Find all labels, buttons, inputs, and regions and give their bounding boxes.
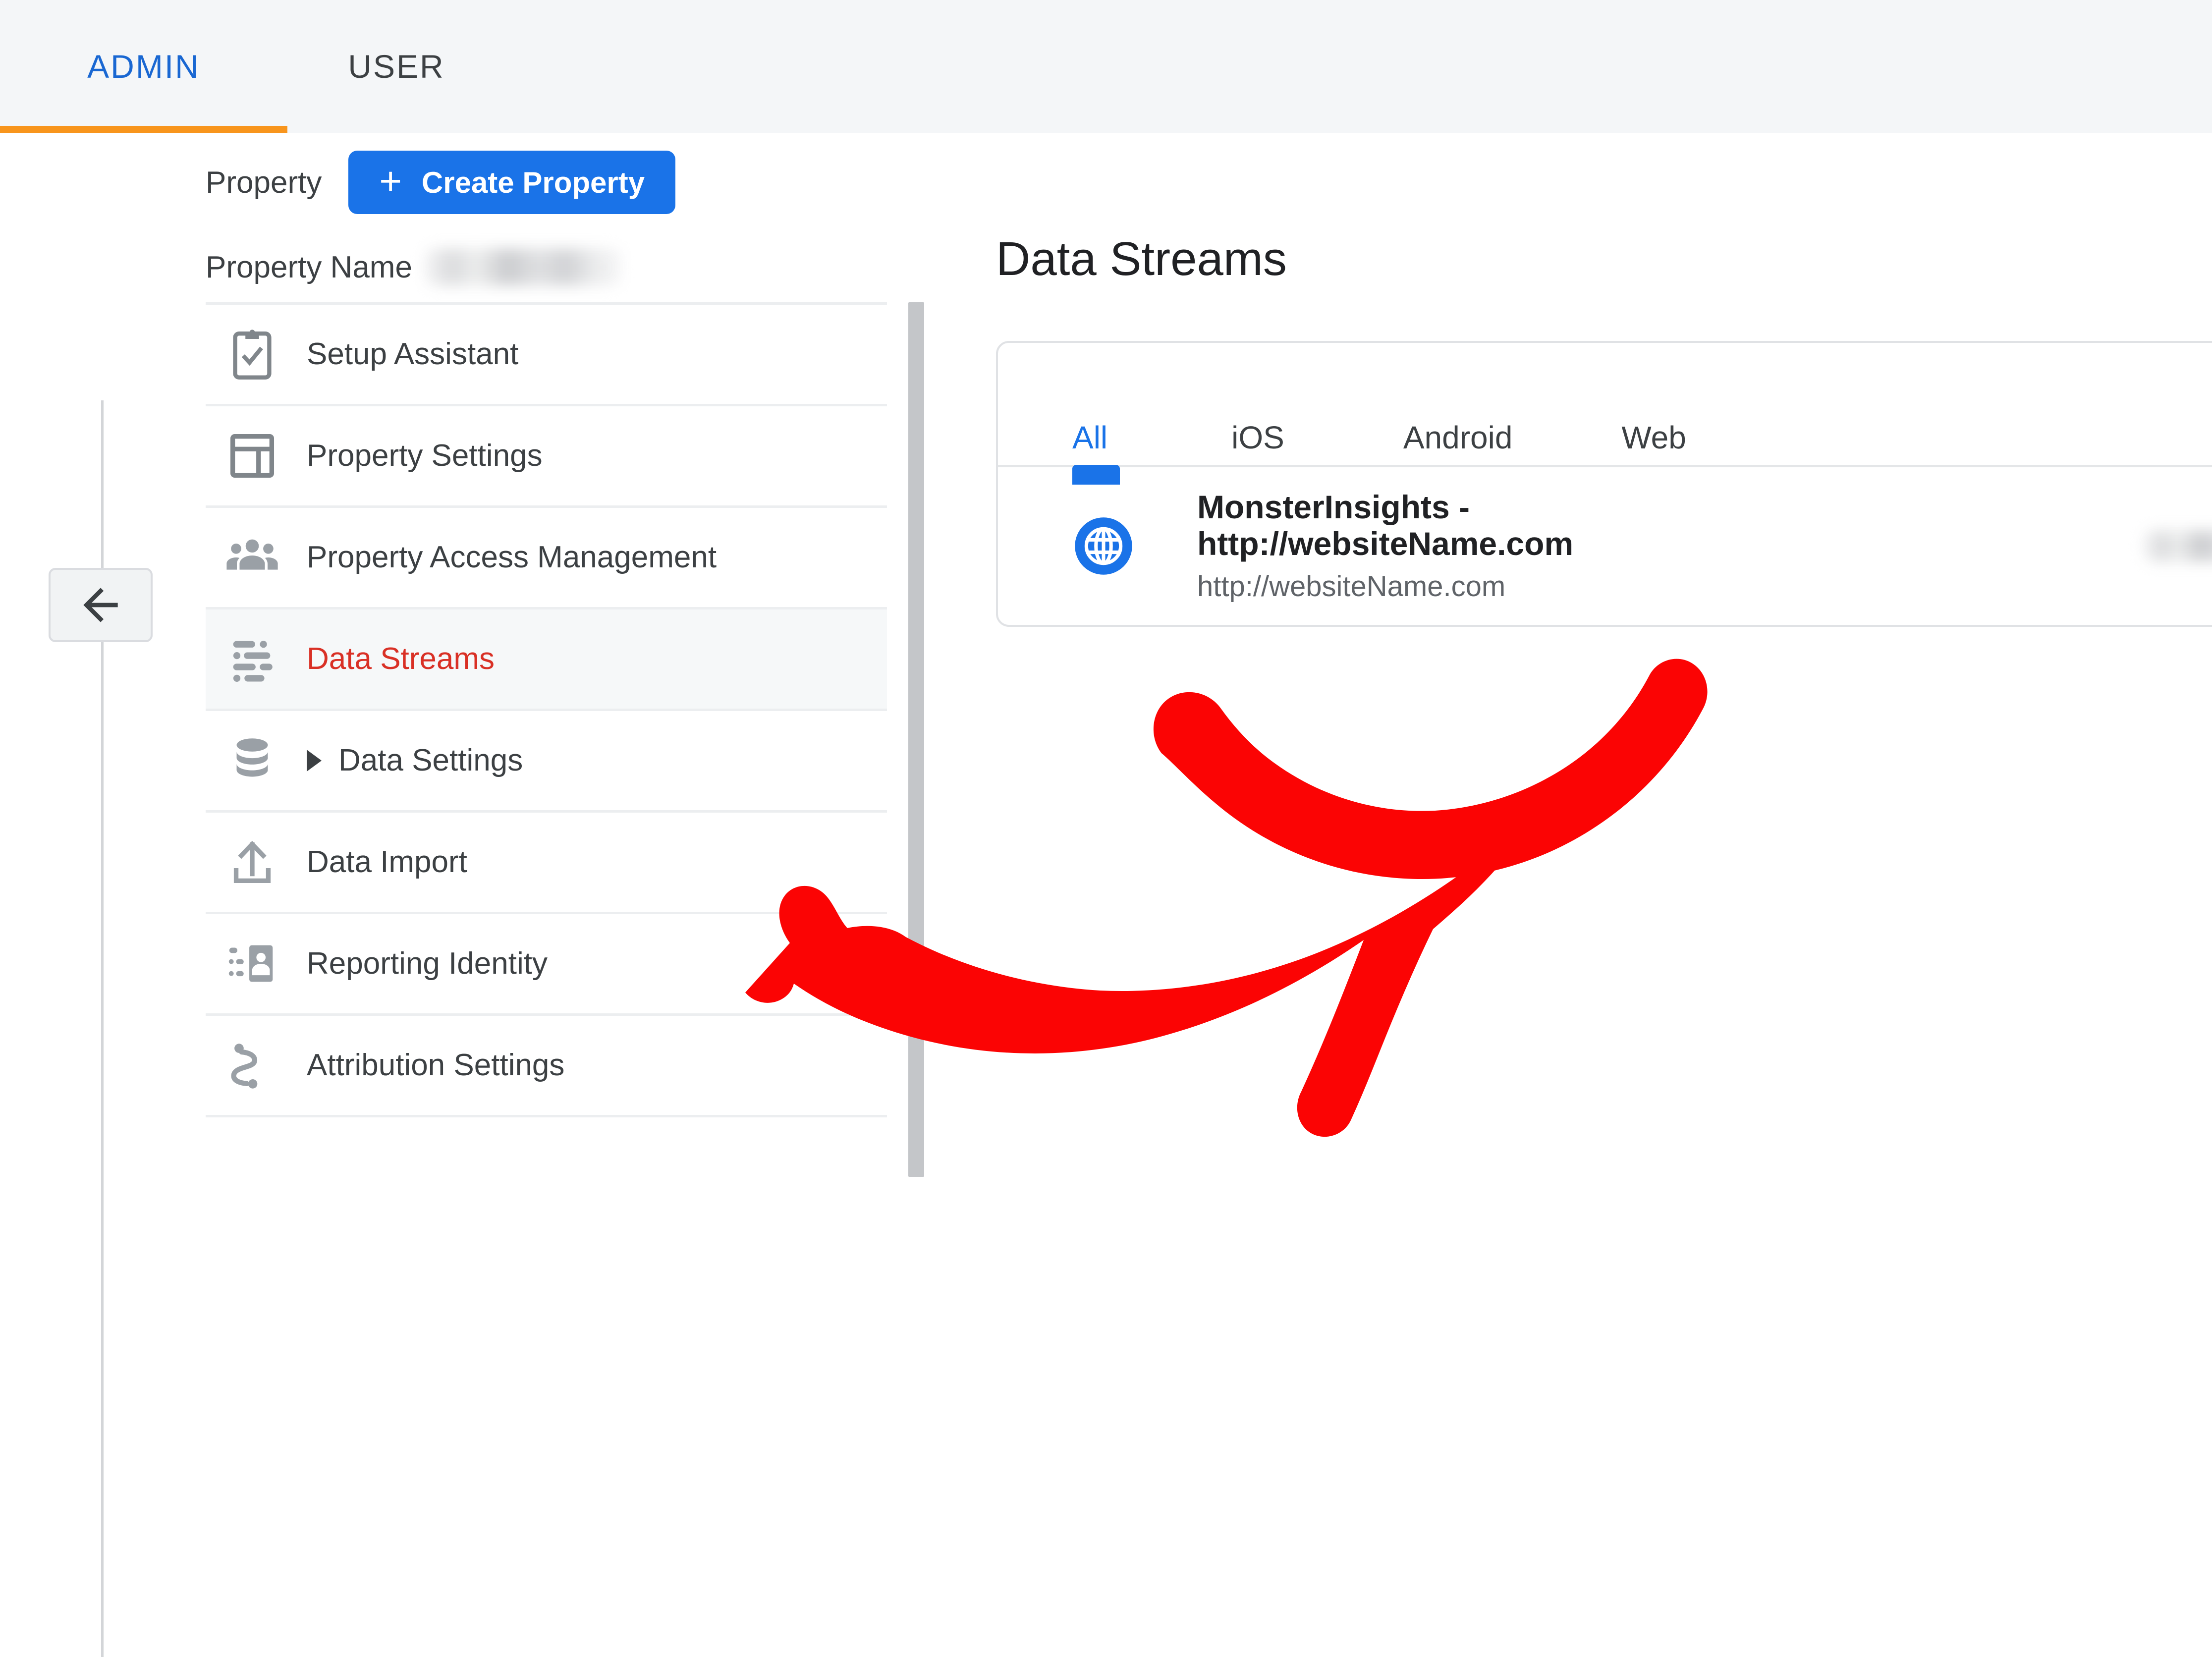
data-streams-card: All iOS Android Web — [996, 341, 2212, 627]
property-name-value-redacted — [425, 249, 621, 285]
tab-active-indicator — [1072, 465, 1120, 485]
sidebar-item-label: Attribution Settings — [307, 1049, 564, 1082]
divider — [206, 1115, 887, 1117]
create-property-label: Create Property — [422, 166, 645, 200]
sidebar-scrollbar-thumb[interactable] — [908, 302, 924, 1177]
top-tabs: ADMIN USER — [0, 0, 505, 133]
top-tab-bar: ADMIN USER — [0, 0, 2212, 133]
tab-all-label: All — [1072, 420, 1107, 455]
sidebar-item-label: Property Access Management — [307, 541, 717, 574]
sidebar-item-label: Reporting Identity — [307, 947, 548, 981]
identity-card-icon — [221, 932, 284, 995]
sidebar-item-label: Property Settings — [307, 440, 543, 473]
tab-ios-label: iOS — [1231, 420, 1284, 455]
chevron-right-icon[interactable] — [307, 750, 322, 772]
attribution-path-icon — [221, 1034, 284, 1097]
sidebar-item-label: Setup Assistant — [307, 338, 518, 371]
sidebar-item-data-streams[interactable]: Data Streams — [206, 609, 887, 709]
clipboard-check-icon — [221, 323, 284, 386]
property-header: Property + Create Property — [206, 133, 887, 232]
sidebar-item-reporting-identity[interactable]: Reporting Identity — [206, 914, 887, 1013]
measurement-id-redacted — [2144, 531, 2212, 561]
tab-web[interactable]: Web — [1621, 419, 1686, 465]
sidebar-item-property-access-management[interactable]: Property Access Management — [206, 508, 887, 607]
arrow-left-icon — [75, 579, 126, 631]
back-button[interactable] — [49, 568, 153, 642]
tab-all[interactable]: All — [1072, 419, 1107, 465]
data-stream-row[interactable]: MonsterInsights - http://websiteName.com… — [998, 467, 2212, 625]
people-group-icon — [221, 526, 284, 589]
tab-android[interactable]: Android — [1403, 419, 1513, 465]
plus-icon: + — [379, 162, 402, 200]
sidebar-item-data-settings[interactable]: Data Settings — [206, 711, 887, 810]
tab-admin[interactable]: ADMIN — [0, 0, 287, 133]
sidebar-item-data-import[interactable]: Data Import — [206, 813, 887, 912]
tab-web-label: Web — [1621, 420, 1686, 455]
tab-android-label: Android — [1403, 420, 1513, 455]
sidebar-item-label: Data Import — [307, 846, 467, 879]
sidebar-item-setup-assistant[interactable]: Setup Assistant — [206, 305, 887, 404]
tab-user[interactable]: USER — [287, 0, 505, 133]
data-streams-panel: Data Streams All iOS Android Web — [996, 133, 2212, 627]
create-property-button[interactable]: + Create Property — [348, 151, 675, 214]
stream-title: MonsterInsights - http://websiteName.com — [1197, 489, 1703, 562]
globe-icon — [1072, 515, 1135, 577]
data-streams-icon — [221, 627, 284, 691]
page-title: Data Streams — [996, 133, 2212, 286]
stream-type-tabs: All iOS Android Web — [998, 343, 2212, 465]
property-label: Property — [206, 165, 322, 200]
active-tab-underline — [0, 126, 287, 133]
sidebar-item-attribution-settings[interactable]: Attribution Settings — [206, 1016, 887, 1115]
database-icon — [221, 729, 284, 792]
sidebar-item-label: Data Settings — [338, 744, 523, 777]
admin-body: Property + Create Property Property Name — [0, 133, 2212, 1657]
property-sidebar: Property + Create Property Property Name — [206, 133, 887, 1117]
layout-panel-icon — [221, 424, 284, 488]
sidebar-item-label: Data Streams — [307, 643, 495, 676]
sidebar-item-property-settings[interactable]: Property Settings — [206, 406, 887, 505]
tab-user-label: USER — [348, 48, 444, 85]
property-name-label: Property Name — [206, 250, 412, 285]
tab-ios[interactable]: iOS — [1231, 419, 1284, 465]
property-name-row: Property Name — [206, 232, 887, 302]
stream-text-block: MonsterInsights - http://websiteName.com… — [1197, 489, 2131, 604]
stream-subtitle: http://websiteName.com — [1197, 570, 2131, 603]
tab-admin-label: ADMIN — [87, 48, 200, 85]
upload-icon — [221, 830, 284, 894]
